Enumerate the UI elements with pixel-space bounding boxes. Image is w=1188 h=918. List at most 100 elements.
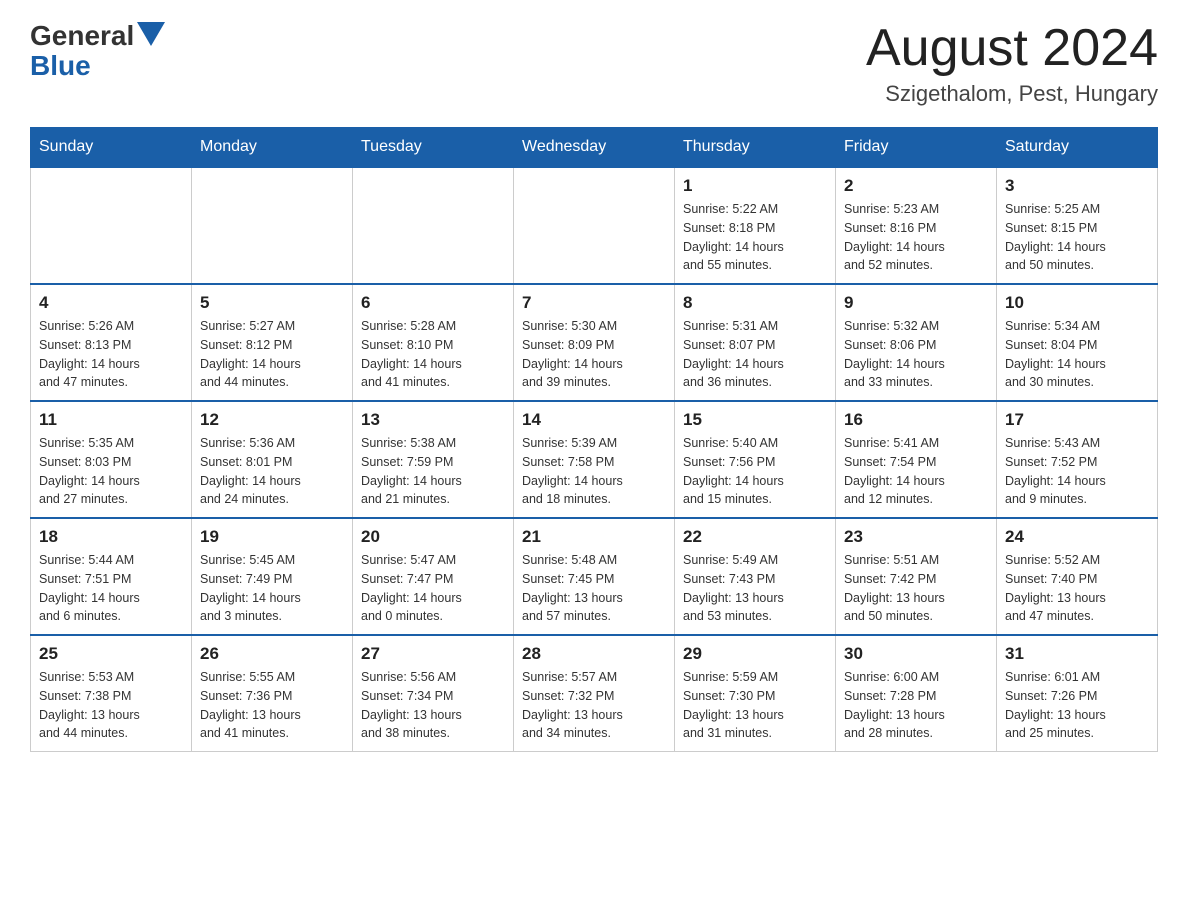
title-block: August 2024 Szigethalom, Pest, Hungary <box>866 20 1158 107</box>
calendar-cell: 11 Sunrise: 5:35 AM Sunset: 8:03 PM Dayli… <box>31 401 192 518</box>
calendar-cell: 30Sunrise: 6:00 AM Sunset: 7:28 PM Dayli… <box>836 635 997 752</box>
day-number: 5 <box>200 293 344 313</box>
day-info: Sunrise: 5:25 AM Sunset: 8:15 PM Dayligh… <box>1005 200 1149 275</box>
day-number: 14 <box>522 410 666 430</box>
calendar-cell: 10 Sunrise: 5:34 AM Sunset: 8:04 PM Dayli… <box>997 284 1158 401</box>
calendar-cell: 9Sunrise: 5:32 AM Sunset: 8:06 PM Daylig… <box>836 284 997 401</box>
day-info: Sunrise: 5:35 AM Sunset: 8:03 PM Dayligh… <box>39 434 183 509</box>
calendar-cell: 8Sunrise: 5:31 AM Sunset: 8:07 PM Daylig… <box>675 284 836 401</box>
page-header: General Blue August 2024 Szigethalom, Pe… <box>30 20 1158 107</box>
day-info: Sunrise: 5:44 AM Sunset: 7:51 PM Dayligh… <box>39 551 183 626</box>
location-text: Szigethalom, Pest, Hungary <box>866 81 1158 107</box>
calendar-cell: 3Sunrise: 5:25 AM Sunset: 8:15 PM Daylig… <box>997 167 1158 284</box>
day-number: 2 <box>844 176 988 196</box>
day-info: Sunrise: 5:53 AM Sunset: 7:38 PM Dayligh… <box>39 668 183 743</box>
header-day-saturday: Saturday <box>997 128 1158 168</box>
day-info: Sunrise: 5:41 AM Sunset: 7:54 PM Dayligh… <box>844 434 988 509</box>
day-number: 18 <box>39 527 183 547</box>
day-number: 31 <box>1005 644 1149 664</box>
header-day-sunday: Sunday <box>31 128 192 168</box>
day-number: 6 <box>361 293 505 313</box>
day-info: Sunrise: 5:26 AM Sunset: 8:13 PM Dayligh… <box>39 317 183 392</box>
day-number: 9 <box>844 293 988 313</box>
calendar-title: August 2024 <box>866 20 1158 77</box>
calendar-cell: 20 Sunrise: 5:47 AM Sunset: 7:47 PM Dayli… <box>353 518 514 635</box>
calendar-cell: 21 Sunrise: 5:48 AM Sunset: 7:45 PM Dayli… <box>514 518 675 635</box>
calendar-cell: 22Sunrise: 5:49 AM Sunset: 7:43 PM Dayli… <box>675 518 836 635</box>
day-number: 16 <box>844 410 988 430</box>
day-number: 19 <box>200 527 344 547</box>
day-number: 12 <box>200 410 344 430</box>
calendar-cell: 2 Sunrise: 5:23 AM Sunset: 8:16 PM Daylig… <box>836 167 997 284</box>
calendar-cell: 25 Sunrise: 5:53 AM Sunset: 7:38 PM Dayli… <box>31 635 192 752</box>
calendar-cell: 17Sunrise: 5:43 AM Sunset: 7:52 PM Dayli… <box>997 401 1158 518</box>
week-row-0: 1 Sunrise: 5:22 AM Sunset: 8:18 PM Daylig… <box>31 167 1158 284</box>
logo-triangle-icon <box>137 22 165 46</box>
calendar-cell: 27Sunrise: 5:56 AM Sunset: 7:34 PM Dayli… <box>353 635 514 752</box>
day-number: 24 <box>1005 527 1149 547</box>
header-day-thursday: Thursday <box>675 128 836 168</box>
week-row-1: 4 Sunrise: 5:26 AM Sunset: 8:13 PM Daylig… <box>31 284 1158 401</box>
calendar-cell: 19 Sunrise: 5:45 AM Sunset: 7:49 PM Dayli… <box>192 518 353 635</box>
calendar-cell: 29 Sunrise: 5:59 AM Sunset: 7:30 PM Dayli… <box>675 635 836 752</box>
week-row-3: 18 Sunrise: 5:44 AM Sunset: 7:51 PM Dayli… <box>31 518 1158 635</box>
calendar-cell: 28Sunrise: 5:57 AM Sunset: 7:32 PM Dayli… <box>514 635 675 752</box>
calendar-cell: 26 Sunrise: 5:55 AM Sunset: 7:36 PM Dayli… <box>192 635 353 752</box>
day-info: Sunrise: 5:23 AM Sunset: 8:16 PM Dayligh… <box>844 200 988 275</box>
day-number: 10 <box>1005 293 1149 313</box>
day-number: 11 <box>39 410 183 430</box>
calendar-cell <box>31 167 192 284</box>
calendar-cell <box>192 167 353 284</box>
day-number: 26 <box>200 644 344 664</box>
day-info: Sunrise: 5:27 AM Sunset: 8:12 PM Dayligh… <box>200 317 344 392</box>
day-number: 1 <box>683 176 827 196</box>
day-number: 23 <box>844 527 988 547</box>
logo: General Blue <box>30 20 165 80</box>
week-row-2: 11 Sunrise: 5:35 AM Sunset: 8:03 PM Dayli… <box>31 401 1158 518</box>
calendar-cell: 31 Sunrise: 6:01 AM Sunset: 7:26 PM Dayli… <box>997 635 1158 752</box>
day-info: Sunrise: 5:49 AM Sunset: 7:43 PM Dayligh… <box>683 551 827 626</box>
calendar-cell <box>514 167 675 284</box>
day-info: Sunrise: 6:01 AM Sunset: 7:26 PM Dayligh… <box>1005 668 1149 743</box>
day-number: 7 <box>522 293 666 313</box>
calendar-table: SundayMondayTuesdayWednesdayThursdayFrid… <box>30 127 1158 752</box>
header-row: SundayMondayTuesdayWednesdayThursdayFrid… <box>31 128 1158 168</box>
calendar-cell: 13 Sunrise: 5:38 AM Sunset: 7:59 PM Dayli… <box>353 401 514 518</box>
day-info: Sunrise: 5:38 AM Sunset: 7:59 PM Dayligh… <box>361 434 505 509</box>
day-number: 21 <box>522 527 666 547</box>
day-number: 15 <box>683 410 827 430</box>
calendar-cell: 1 Sunrise: 5:22 AM Sunset: 8:18 PM Daylig… <box>675 167 836 284</box>
day-info: Sunrise: 5:45 AM Sunset: 7:49 PM Dayligh… <box>200 551 344 626</box>
logo-blue-text: Blue <box>30 52 91 80</box>
day-info: Sunrise: 5:55 AM Sunset: 7:36 PM Dayligh… <box>200 668 344 743</box>
day-info: Sunrise: 5:56 AM Sunset: 7:34 PM Dayligh… <box>361 668 505 743</box>
day-info: Sunrise: 5:51 AM Sunset: 7:42 PM Dayligh… <box>844 551 988 626</box>
day-info: Sunrise: 5:52 AM Sunset: 7:40 PM Dayligh… <box>1005 551 1149 626</box>
day-number: 8 <box>683 293 827 313</box>
day-number: 29 <box>683 644 827 664</box>
calendar-cell: 24 Sunrise: 5:52 AM Sunset: 7:40 PM Dayli… <box>997 518 1158 635</box>
calendar-cell: 16 Sunrise: 5:41 AM Sunset: 7:54 PM Dayli… <box>836 401 997 518</box>
header-day-monday: Monday <box>192 128 353 168</box>
header-day-wednesday: Wednesday <box>514 128 675 168</box>
day-info: Sunrise: 5:28 AM Sunset: 8:10 PM Dayligh… <box>361 317 505 392</box>
day-info: Sunrise: 5:59 AM Sunset: 7:30 PM Dayligh… <box>683 668 827 743</box>
day-number: 20 <box>361 527 505 547</box>
logo-general-text: General <box>30 20 134 52</box>
day-number: 4 <box>39 293 183 313</box>
day-info: Sunrise: 5:22 AM Sunset: 8:18 PM Dayligh… <box>683 200 827 275</box>
day-info: Sunrise: 5:34 AM Sunset: 8:04 PM Dayligh… <box>1005 317 1149 392</box>
calendar-cell: 5 Sunrise: 5:27 AM Sunset: 8:12 PM Daylig… <box>192 284 353 401</box>
header-day-friday: Friday <box>836 128 997 168</box>
calendar-cell: 23 Sunrise: 5:51 AM Sunset: 7:42 PM Dayli… <box>836 518 997 635</box>
day-number: 25 <box>39 644 183 664</box>
day-info: Sunrise: 5:40 AM Sunset: 7:56 PM Dayligh… <box>683 434 827 509</box>
calendar-cell <box>353 167 514 284</box>
day-info: Sunrise: 5:47 AM Sunset: 7:47 PM Dayligh… <box>361 551 505 626</box>
day-number: 13 <box>361 410 505 430</box>
day-info: Sunrise: 5:48 AM Sunset: 7:45 PM Dayligh… <box>522 551 666 626</box>
calendar-cell: 12Sunrise: 5:36 AM Sunset: 8:01 PM Dayli… <box>192 401 353 518</box>
calendar-cell: 15 Sunrise: 5:40 AM Sunset: 7:56 PM Dayli… <box>675 401 836 518</box>
calendar-cell: 4 Sunrise: 5:26 AM Sunset: 8:13 PM Daylig… <box>31 284 192 401</box>
day-info: Sunrise: 5:39 AM Sunset: 7:58 PM Dayligh… <box>522 434 666 509</box>
